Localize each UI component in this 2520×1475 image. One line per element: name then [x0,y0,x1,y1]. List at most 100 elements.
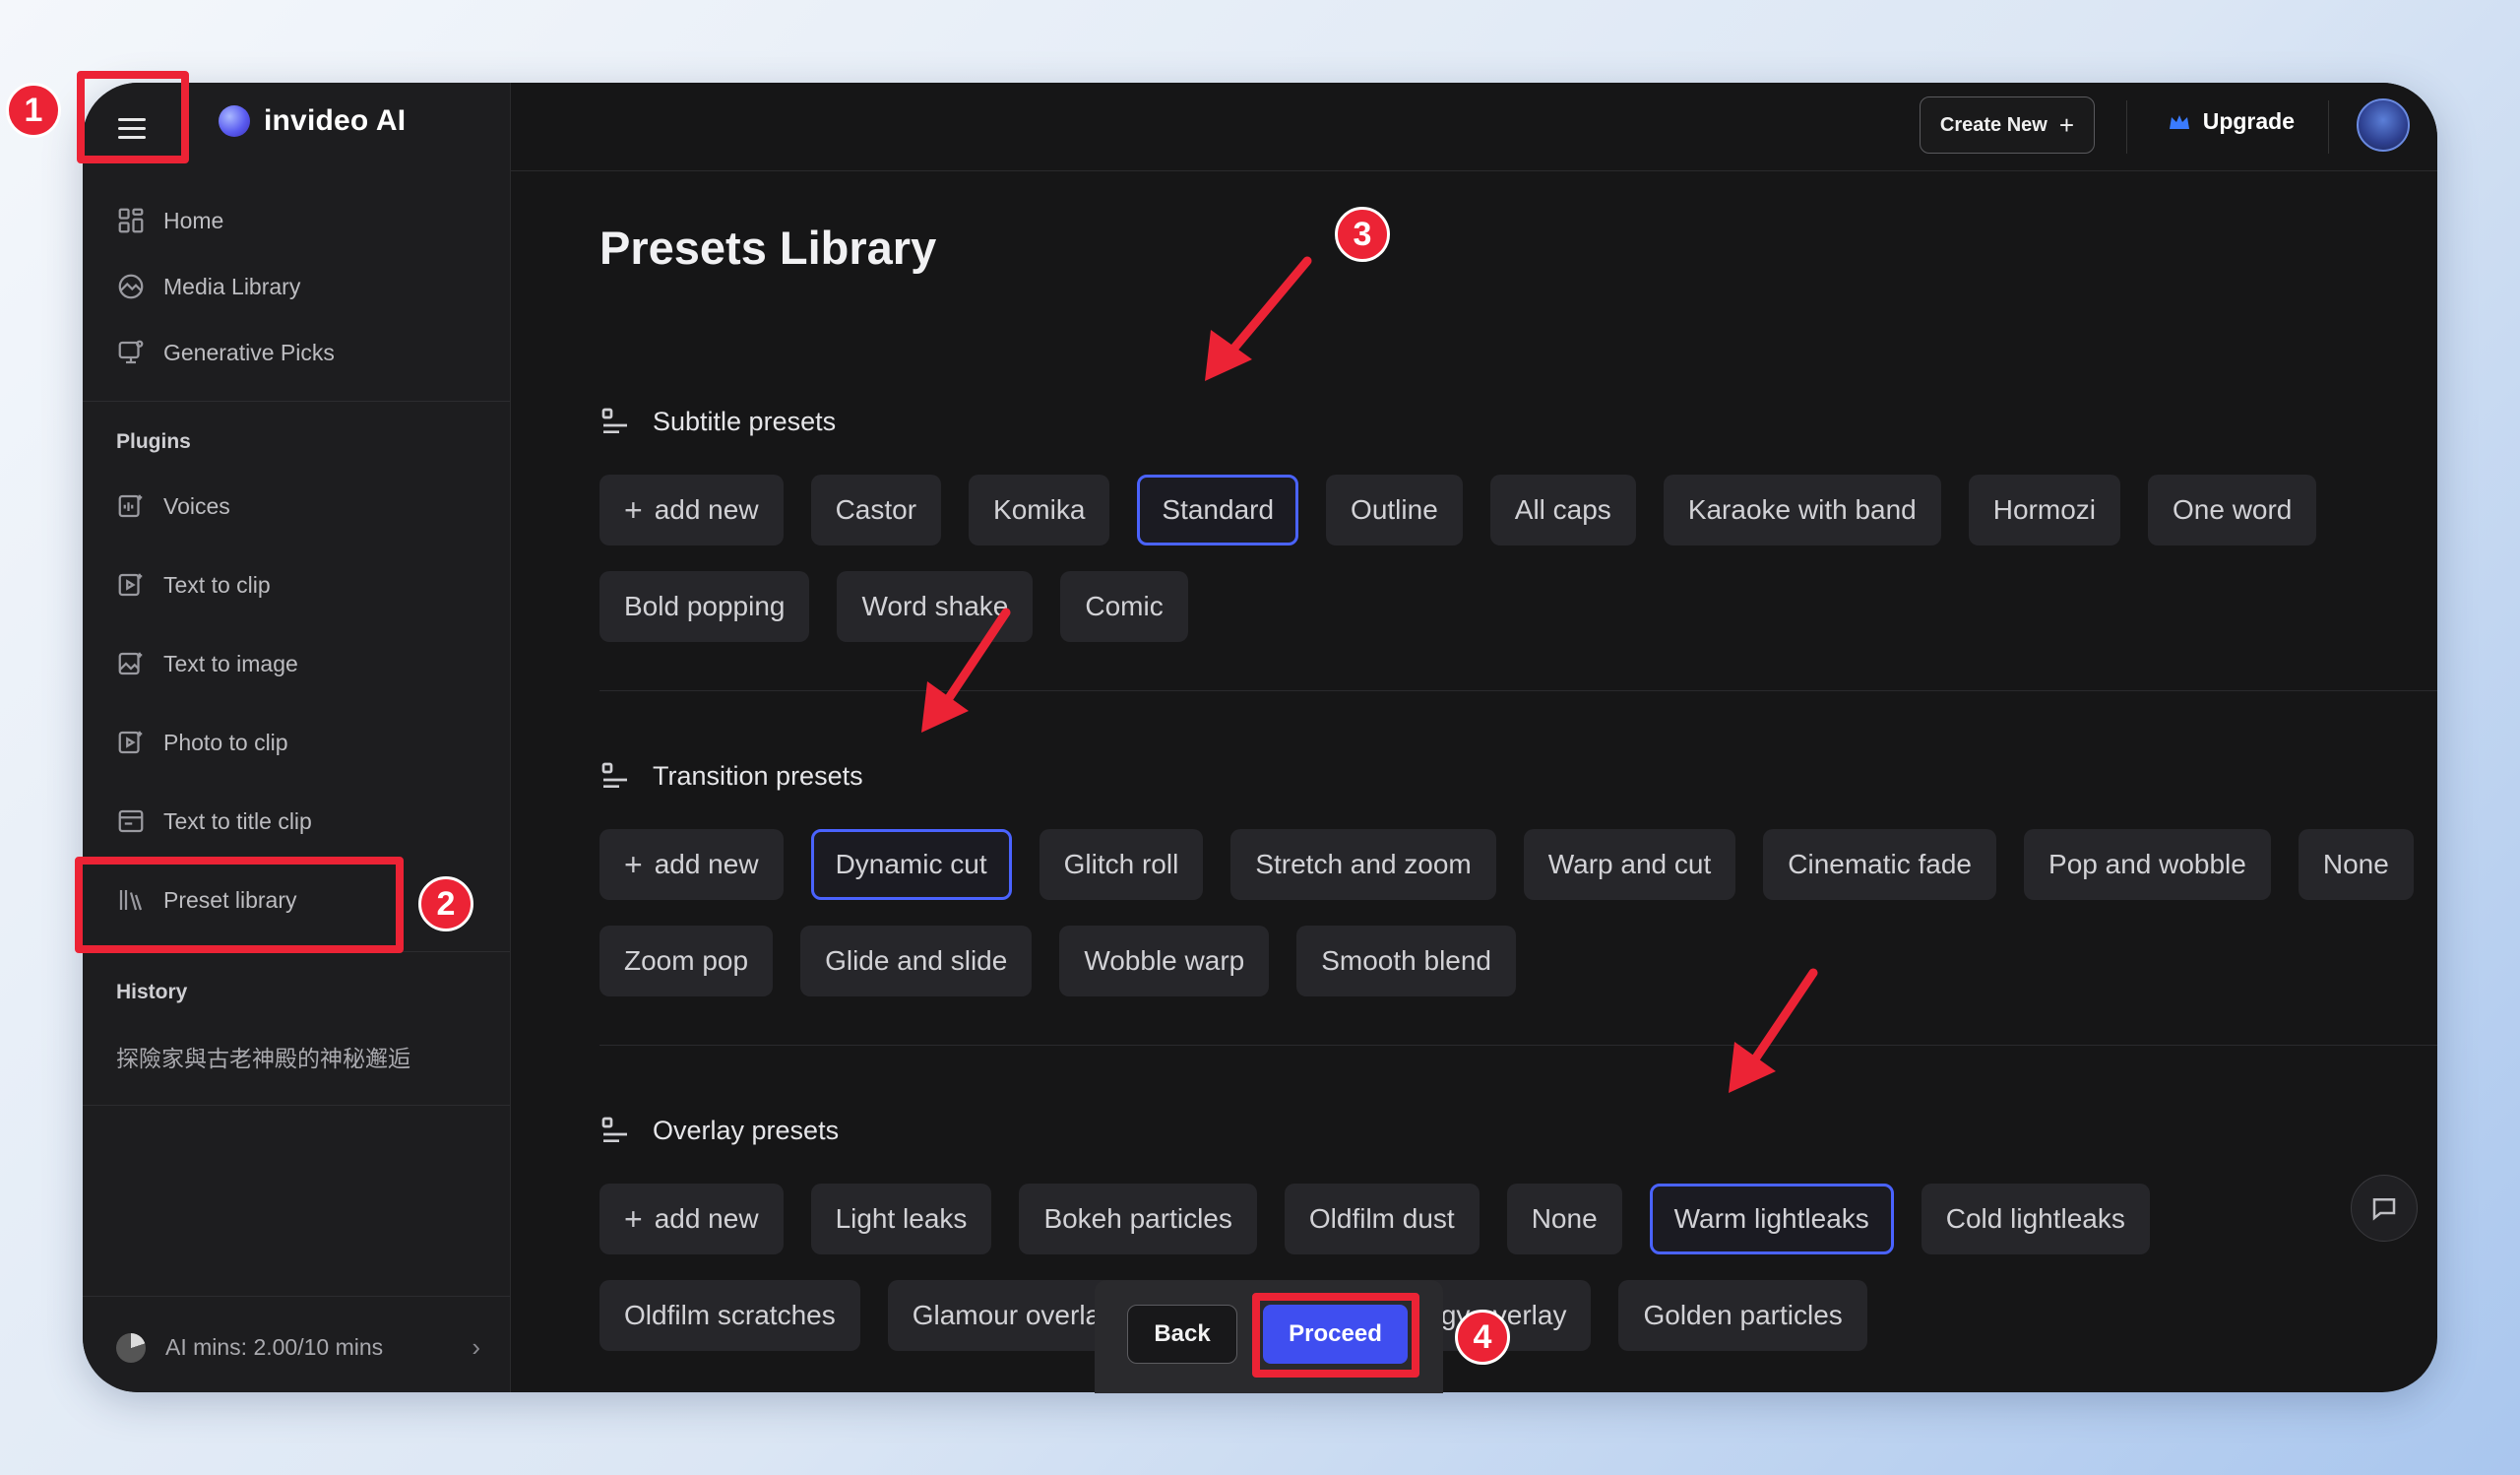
preset-chip[interactable]: Hormozi [1968,475,2120,545]
preset-chip[interactable]: Oldfilm dust [1284,1184,1480,1254]
hamburger-icon [118,112,146,145]
media-library-icon [118,274,144,299]
preset-chip[interactable]: Smooth blend [1296,926,1517,996]
preset-chip[interactable]: Pop and wobble [2024,829,2271,900]
sidebar-item-label: Home [163,207,224,233]
preset-chip[interactable]: Word shake [837,571,1034,642]
preset-chip[interactable]: All caps [1489,475,1636,545]
preset-chip[interactable]: Dynamic cut [810,829,1012,900]
page-title: Presets Library [599,222,937,274]
sidebar-item-home[interactable]: Home [116,199,223,242]
preset-chip[interactable]: Zoom pop [599,926,774,996]
text-to-image-icon [118,652,143,675]
sidebar: invideo AI Home Media Library Generative… [83,83,511,1392]
create-new-button[interactable]: Create New + [1919,96,2095,154]
sidebar-divider [83,1105,510,1106]
topbar-divider [2328,100,2329,154]
preset-chip[interactable]: Outline [1326,475,1463,545]
preset-chip[interactable]: Cinematic fade [1763,829,1997,900]
text-to-clip-icon [118,573,143,597]
add-new-preset-button[interactable]: + add new [599,1184,784,1254]
step-badge-4: 4 [1455,1310,1510,1365]
preset-chip[interactable]: Castor [810,475,942,545]
add-new-label: add new [654,1203,759,1234]
preset-chip[interactable]: Comic [1060,571,1188,642]
list-icon [601,1117,627,1142]
sidebar-divider [83,401,510,402]
avatar[interactable] [2357,98,2410,152]
history-item[interactable]: 探險家與古老神殿的神秘邂逅 [116,1040,410,1073]
preset-chip[interactable]: Bold popping [599,571,810,642]
sidebar-divider [83,1296,510,1297]
sidebar-item-voices[interactable]: Voices [116,484,230,528]
logo-icon [219,105,250,137]
preset-chip[interactable]: Glitch roll [1039,829,1204,900]
app-name: invideo AI [264,104,407,137]
section-divider [599,1045,2437,1046]
chat-icon [2372,1198,2396,1221]
preset-chip[interactable]: Light leaks [810,1184,992,1254]
sidebar-divider [83,951,510,952]
step-badge-3: 3 [1335,207,1390,262]
usage-pie-icon [116,1332,146,1363]
upgrade-label: Upgrade [2202,108,2295,134]
ai-mins-usage[interactable]: AI mins: 2.00/10 mins › [116,1332,480,1363]
preset-chip[interactable]: Warp and cut [1523,829,1736,900]
plus-icon: + [624,846,643,882]
subtitle-presets-list: + add new Castor Komika Standard Outline All c… [599,475,2430,642]
back-button[interactable]: Back [1127,1305,1237,1364]
sidebar-item-photo-to-clip[interactable]: Photo to clip [116,721,288,764]
section-title: Subtitle presets [653,406,837,436]
preset-chip[interactable]: Glide and slide [800,926,1033,996]
sidebar-item-text-to-title-clip[interactable]: Text to title clip [116,800,312,843]
topbar-divider [2126,100,2127,154]
preset-chip[interactable]: Standard [1137,475,1299,545]
section-title: Transition presets [653,760,863,791]
sidebar-item-text-to-clip[interactable]: Text to clip [116,563,271,607]
sidebar-item-label: Photo to clip [163,729,288,755]
section-title: Overlay presets [653,1115,840,1145]
preset-chip[interactable]: Stretch and zoom [1230,829,1496,900]
proceed-button[interactable]: Proceed [1263,1305,1408,1364]
chevron-right-icon: › [472,1332,480,1362]
preset-chip[interactable]: None [1506,1184,1622,1254]
sidebar-item-media-library[interactable]: Media Library [116,265,300,308]
generative-picks-icon [118,340,144,364]
history-heading: History [116,981,188,1003]
preset-chip[interactable]: Cold lightleaks [1921,1184,2150,1254]
overlay-presets-list: + add new Light leaks Bokeh particles Oldfil… [599,1184,2430,1351]
preset-chip[interactable]: Bokeh particles [1019,1184,1257,1254]
sidebar-item-label: Text to clip [163,571,271,598]
plus-icon: + [624,491,643,528]
preset-chip[interactable]: Komika [969,475,1110,545]
sidebar-item-text-to-image[interactable]: Text to image [116,642,298,685]
sidebar-item-label: Text to title clip [163,807,312,834]
sidebar-item-label: Preset library [163,886,297,913]
text-to-title-clip-icon [118,809,144,833]
step-badge-1: 1 [6,83,61,138]
main-content: Presets Library Subtitle presets + add ne… [511,171,2437,1392]
transition-presets-heading: Transition presets [599,760,863,792]
preset-chip[interactable]: Oldfilm scratches [599,1280,860,1351]
voices-icon [118,494,143,518]
plus-icon: + [2058,109,2074,140]
create-new-label: Create New [1939,113,2048,136]
upgrade-button[interactable]: Upgrade [2168,108,2295,135]
add-new-preset-button[interactable]: + add new [599,475,784,545]
chat-button[interactable] [2351,1175,2418,1242]
preset-chip[interactable]: Karaoke with band [1663,475,1941,545]
step-badge-2: 2 [418,876,473,931]
preset-chip[interactable]: Golden particles [1618,1280,1867,1351]
sidebar-item-generative-picks[interactable]: Generative Picks [116,331,335,374]
add-new-preset-button[interactable]: + add new [599,829,784,900]
sidebar-item-preset-library[interactable]: Preset library [116,878,296,922]
preset-chip[interactable]: Warm lightleaks [1649,1184,1894,1254]
crown-icon [2169,114,2189,129]
preset-chip[interactable]: One word [2147,475,2317,545]
preset-chip[interactable]: Wobble warp [1059,926,1270,996]
preset-chip[interactable]: None [2298,829,2414,900]
plus-icon: + [624,1200,643,1237]
menu-toggle-button[interactable] [100,100,163,156]
app-logo[interactable]: invideo AI [219,104,406,138]
add-new-label: add new [654,849,759,879]
